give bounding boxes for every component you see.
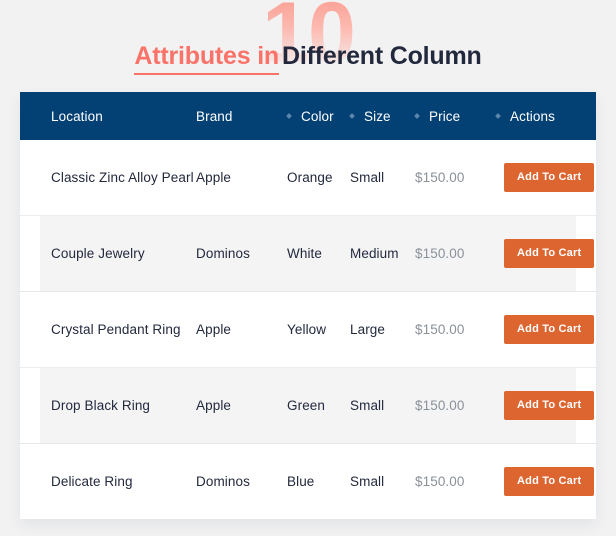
add-to-cart-button[interactable]: Add To Cart [504, 467, 595, 496]
diamond-separator-icon [495, 113, 501, 120]
cell-actions: Add To Cart [496, 367, 596, 444]
cell-size: Large [350, 291, 415, 368]
add-to-cart-button[interactable]: Add To Cart [504, 315, 595, 344]
column-header-actions[interactable]: Actions [495, 92, 596, 140]
cell-location: Drop Black Ring [20, 367, 196, 444]
cell-size: Small [350, 140, 415, 216]
cell-brand: Apple [196, 367, 287, 444]
cell-size: Small [350, 443, 415, 519]
diamond-separator-icon [349, 113, 355, 120]
cell-location: Crystal Pendant Ring [20, 291, 196, 368]
column-header-price-label: Price [429, 109, 461, 124]
table-row: Classic Zinc Alloy Pearl Apple Orange Sm… [20, 140, 596, 216]
column-header-brand-label: Brand [196, 109, 233, 124]
page-root: 10 Attributes in Different Column Locatio… [0, 0, 616, 536]
cell-actions: Add To Cart [496, 215, 596, 292]
add-to-cart-button[interactable]: Add To Cart [504, 239, 595, 268]
column-header-location[interactable]: Location [20, 92, 196, 140]
column-header-size[interactable]: Size [349, 92, 415, 140]
cell-size: Medium [350, 215, 415, 292]
diamond-separator-icon [286, 113, 292, 120]
add-to-cart-button[interactable]: Add To Cart [504, 391, 595, 420]
cell-location: Delicate Ring [20, 443, 196, 519]
table-row: Couple Jewelry Dominos White Medium $150… [20, 215, 596, 292]
cell-brand: Dominos [196, 443, 287, 519]
cell-color: White [287, 215, 350, 292]
cell-actions: Add To Cart [496, 443, 596, 519]
cell-brand: Dominos [196, 215, 287, 292]
cell-color: Orange [287, 140, 350, 216]
column-header-actions-label: Actions [510, 109, 555, 124]
column-header-color[interactable]: Color [286, 92, 350, 140]
cell-brand: Apple [196, 291, 287, 368]
table-header-row: Location Brand Color Size Price Actions [20, 92, 596, 140]
cell-price: $150.00 [415, 367, 496, 444]
page-title: Attributes in Different Column [0, 42, 616, 75]
cell-color: Blue [287, 443, 350, 519]
cell-location: Couple Jewelry [20, 215, 196, 292]
column-header-color-label: Color [301, 109, 334, 124]
cell-color: Green [287, 367, 350, 444]
cell-price: $150.00 [415, 215, 496, 292]
table-row: Delicate Ring Dominos Blue Small $150.00… [20, 443, 596, 519]
table-header: Location Brand Color Size Price Actions [20, 92, 596, 140]
column-header-price[interactable]: Price [414, 92, 496, 140]
column-header-size-label: Size [364, 109, 391, 124]
add-to-cart-button[interactable]: Add To Cart [504, 163, 595, 192]
cell-actions: Add To Cart [496, 140, 596, 216]
column-header-location-label: Location [51, 109, 103, 124]
table-row: Crystal Pendant Ring Apple Yellow Large … [20, 291, 596, 368]
column-header-brand[interactable]: Brand [196, 92, 287, 140]
table-body: Classic Zinc Alloy Pearl Apple Orange Sm… [20, 140, 596, 519]
cell-price: $150.00 [415, 140, 496, 216]
table-row: Drop Black Ring Apple Green Small $150.0… [20, 367, 596, 444]
page-heading: 10 Attributes in Different Column [0, 0, 616, 92]
cell-color: Yellow [287, 291, 350, 368]
cell-brand: Apple [196, 140, 287, 216]
cell-actions: Add To Cart [496, 291, 596, 368]
attributes-table-card: Location Brand Color Size Price Actions … [20, 92, 596, 519]
cell-size: Small [350, 367, 415, 444]
attributes-table: Location Brand Color Size Price Actions … [20, 92, 596, 519]
page-title-accent: Attributes in [134, 42, 279, 75]
cell-location: Classic Zinc Alloy Pearl [20, 140, 196, 216]
page-title-rest: Different Column [282, 42, 482, 70]
cell-price: $150.00 [415, 443, 496, 519]
cell-price: $150.00 [415, 291, 496, 368]
diamond-separator-icon [414, 113, 420, 120]
